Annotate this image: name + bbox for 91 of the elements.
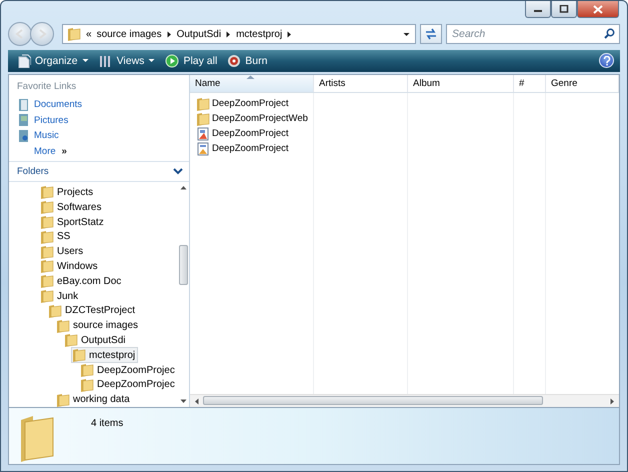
tree-item[interactable]: Users	[39, 244, 86, 260]
address-bar[interactable]: « source images OutputSdi mctestproj	[62, 24, 416, 44]
tree-item[interactable]: Projects	[39, 184, 96, 200]
item-count: 4 items	[91, 418, 124, 429]
disc-icon	[227, 54, 242, 68]
folders-header[interactable]: Folders	[9, 161, 189, 182]
favorite-link[interactable]: Music	[17, 128, 189, 144]
tree-item[interactable]: SS	[39, 228, 74, 245]
tree-item[interactable]: SportStatz	[39, 214, 107, 230]
column-header[interactable]: Album	[408, 75, 514, 92]
chevron-right-icon	[226, 30, 232, 38]
tree-item[interactable]: DeepZoomProjec	[79, 362, 177, 378]
tree-item[interactable]: eBay.com Doc	[39, 273, 124, 290]
tree-item[interactable]: working data	[55, 392, 133, 407]
document-icon	[17, 54, 31, 68]
folder-icon	[40, 289, 54, 304]
folder-icon	[40, 200, 54, 214]
breadcrumb[interactable]: mctestproj	[236, 28, 282, 40]
toolbar-button[interactable]: Organize	[14, 52, 92, 70]
chevron-right-icon	[287, 30, 292, 38]
play-icon	[165, 54, 180, 68]
scroll-up-icon[interactable]	[180, 185, 186, 190]
folder-icon	[196, 112, 210, 126]
column-header[interactable]: Genre	[546, 75, 619, 92]
toolbar-button[interactable]: Views	[96, 52, 158, 70]
question-mark-icon	[602, 56, 610, 66]
refresh-button[interactable]	[420, 24, 442, 44]
more-link[interactable]: More »	[17, 144, 189, 160]
toolbar-button[interactable]: Burn	[224, 52, 270, 70]
tree-item[interactable]: OutputSdi	[63, 332, 128, 348]
toolbar-button[interactable]: Play all	[162, 52, 220, 70]
chevron-down-icon	[173, 168, 183, 176]
favorite-link[interactable]: Documents	[17, 97, 189, 113]
section-title: Favorite Links	[17, 81, 78, 92]
folder-icon	[72, 348, 86, 362]
column-header[interactable]: Name	[190, 75, 314, 92]
maximize-icon	[559, 5, 569, 13]
music-icon	[17, 128, 30, 143]
dropdown-caret-icon	[403, 32, 410, 37]
close-icon	[593, 4, 603, 14]
search-icon	[604, 28, 615, 40]
close-button[interactable]	[577, 1, 619, 18]
file-item[interactable]: DeepZoomProject	[190, 96, 289, 112]
folder-icon	[56, 318, 70, 333]
folder-icon	[80, 378, 94, 392]
folder-icon	[56, 392, 70, 407]
folder-icon	[40, 230, 54, 244]
dropdown-caret-icon	[82, 58, 89, 64]
dropdown-caret-icon	[148, 58, 156, 64]
favorite-link[interactable]: Pictures	[17, 112, 189, 128]
scroll-down-icon[interactable]	[180, 399, 186, 404]
minimize-button[interactable]	[525, 1, 551, 18]
documents-icon	[17, 98, 30, 112]
folder-icon	[40, 244, 54, 259]
tree-item[interactable]: source images	[55, 318, 142, 334]
breadcrumb[interactable]: OutputSdi	[176, 28, 222, 40]
scroll-left-icon[interactable]	[194, 398, 199, 404]
folder-icon	[40, 259, 54, 274]
horizontal-scrollbar[interactable]	[190, 394, 619, 407]
folder-icon	[48, 304, 62, 318]
scroll-thumb[interactable]	[203, 396, 543, 405]
folder-icon	[80, 363, 94, 378]
tree-item[interactable]: mctestproj	[71, 347, 138, 364]
tree-item[interactable]: DZCTestProject	[47, 302, 138, 319]
file-item[interactable]: DeepZoomProjectWeb	[190, 111, 308, 126]
file-item[interactable]: DeepZoomProject	[190, 141, 289, 156]
folder-icon	[40, 185, 54, 200]
maximize-button[interactable]	[551, 1, 577, 18]
refresh-icon	[424, 28, 438, 40]
file-item[interactable]: DeepZoomProject	[190, 126, 289, 142]
tree-item[interactable]: Softwares	[39, 199, 104, 216]
folder-icon	[19, 414, 55, 464]
pictures-icon	[17, 113, 30, 128]
folder-icon	[64, 333, 78, 348]
folder-icon	[40, 215, 54, 230]
breadcrumb[interactable]: source images	[96, 28, 162, 40]
tree-item[interactable]: Windows	[39, 258, 101, 274]
column-header[interactable]: #	[514, 75, 546, 92]
columns-icon	[98, 54, 113, 68]
folder-icon	[67, 27, 81, 42]
column-header[interactable]: Artists	[314, 75, 408, 92]
folder-icon	[40, 274, 54, 288]
search-field[interactable]: Search	[446, 24, 620, 44]
tree-item[interactable]: DeepZoomProjec	[79, 376, 177, 393]
tree-item[interactable]: Junk	[39, 288, 82, 304]
scroll-right-icon[interactable]	[610, 398, 615, 404]
folder-icon	[196, 96, 210, 111]
scroll-thumb[interactable]	[178, 245, 188, 286]
chevron-right-icon	[166, 30, 172, 38]
help-button[interactable]	[599, 53, 614, 68]
overflow-marker[interactable]: «	[86, 28, 92, 40]
